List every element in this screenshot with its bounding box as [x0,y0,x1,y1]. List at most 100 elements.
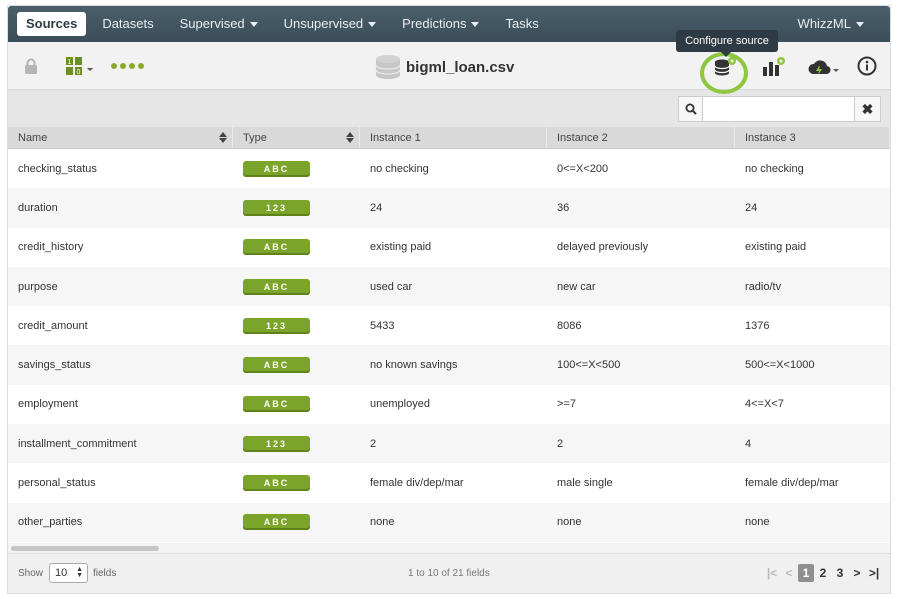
nav-tasks[interactable]: Tasks [495,12,548,36]
field-name[interactable]: other_parties [8,516,233,528]
table-row[interactable]: other_parties ABC none none none [8,502,890,542]
first-page-icon[interactable]: |< [764,564,780,582]
svg-text:0: 0 [77,69,81,76]
field-type-badge[interactable]: ABC [243,160,310,177]
column-header-label: Instance 2 [557,131,608,144]
field-type-badge[interactable]: ABC [243,357,310,374]
cloud-actions-icon[interactable] [806,54,842,80]
nav-supervised-label: Supervised [179,16,245,31]
nav-whizzml-label: WhizzML [797,16,851,31]
nav-datasets[interactable]: Datasets [92,12,163,36]
table-row[interactable]: duration 123 24 36 24 [8,188,890,228]
table-header: Name Type Instance 1 Instance 2 Instance… [8,127,890,149]
page-2-button[interactable]: 2 [815,564,831,582]
page-3-button[interactable]: 3 [832,564,848,582]
nav-tasks-label: Tasks [505,16,539,31]
instance-3-value: female div/dep/mar [745,477,839,490]
instance-3-value: 4<=X<7 [745,398,784,411]
field-type-cell: ABC [233,239,360,256]
column-header-type[interactable]: Type [233,127,360,148]
field-type-badge[interactable]: ABC [243,475,310,492]
instance-2-value: 36 [557,201,570,214]
dataset-chart-icon[interactable] [758,54,788,80]
table-row[interactable]: installment_commitment 123 2 2 4 [8,424,890,464]
instance-1-value: none [370,516,395,529]
instance-2-value: new car [557,280,596,293]
field-type-cell: ABC [233,160,360,177]
table-row[interactable]: savings_status ABC no known savings 100<=X<… [8,345,890,385]
nav-sources[interactable]: Sources [17,12,87,36]
column-header-instance-2: Instance 2 [547,127,735,148]
field-type-badge[interactable]: ABC [243,514,310,531]
field-type-badge[interactable]: ABC [243,396,310,413]
instance-1-value: existing paid [370,241,432,254]
last-page-icon[interactable]: >| [866,564,882,582]
table-row[interactable]: employment ABC unemployed >=7 4<=X<7 [8,384,890,425]
instance-2-value: 2 [557,437,564,450]
sort-icon [219,132,227,143]
field-name[interactable]: personal_status [8,477,233,489]
table-row[interactable]: personal_status ABC female div/dep/mar male… [8,463,890,503]
close-icon[interactable]: ✖ [855,96,881,122]
instance-2-value: >=7 [557,398,576,411]
nav-unsupervised[interactable]: Unsupervised [274,12,387,36]
nav-predictions[interactable]: Predictions [392,12,489,36]
source-type-icon[interactable]: 1 0 [64,54,96,78]
scrollbar-thumb[interactable] [11,546,159,551]
field-type-badge[interactable]: ABC [243,239,310,256]
field-name[interactable]: employment [8,398,233,410]
table-body: checking_status ABC no checking 0<=X<200 no … [8,149,890,542]
field-type-badge[interactable]: 123 [243,435,310,452]
field-name[interactable]: savings_status [8,359,233,371]
horizontal-scrollbar[interactable] [8,543,890,553]
instance-1-value: no known savings [370,359,458,372]
table-row[interactable]: credit_history ABC existing paid delayed pr… [8,227,890,267]
instance-3-value: 500<=X<1000 [745,359,815,372]
table-footer: Show 10 ▲ ▼ fields 1 to 10 of 21 fields |… [8,553,890,593]
instance-3-value: no checking [745,162,804,175]
instance-1-value: 24 [370,201,383,214]
instance-2-value: male single [557,477,613,490]
instance-3-value: 4 [745,437,752,450]
field-type-badge[interactable]: 123 [243,199,310,216]
dot [129,63,135,69]
previous-page-icon[interactable]: < [781,564,797,582]
field-name[interactable]: credit_history [8,241,233,253]
page-size-select[interactable]: 10 ▲ ▼ [49,563,88,583]
database-icon [375,55,401,79]
column-header-name[interactable]: Name [8,127,233,148]
tooltip: Configure source [676,30,778,57]
field-name[interactable]: purpose [8,281,233,293]
instance-2-value: delayed previously [557,241,649,254]
field-type-cell: ABC [233,514,360,531]
field-name[interactable]: installment_commitment [8,438,233,450]
dot [138,63,144,69]
chevron-down-icon [368,22,377,28]
instance-3-value: 1376 [745,319,770,332]
next-page-icon[interactable]: > [849,564,865,582]
nav-unsupervised-label: Unsupervised [283,16,364,31]
info-icon[interactable] [856,55,878,77]
sort-icon [346,132,354,143]
table-row[interactable]: credit_amount 123 5433 8086 1376 [8,306,890,346]
field-name[interactable]: credit_amount [8,320,233,332]
show-label: Show [18,568,44,579]
field-type-badge[interactable]: ABC [243,278,310,295]
field-type-badge[interactable]: 123 [243,317,310,334]
search-icon[interactable] [678,96,702,122]
column-header-label: Instance 3 [745,131,796,144]
search-input[interactable] [702,96,855,122]
instance-1-value: female div/dep/mar [370,477,464,490]
page-1-button[interactable]: 1 [798,564,814,582]
field-name[interactable]: duration [8,202,233,214]
table-row[interactable]: purpose ABC used car new car radio/tv [8,266,890,307]
fields-table: Name Type Instance 1 Instance 2 Instance… [8,127,890,543]
nav-supervised[interactable]: Supervised [170,12,268,36]
nav-whizzml[interactable]: WhizzML [788,12,874,36]
column-header-label: Instance 1 [370,131,421,144]
table-row[interactable]: checking_status ABC no checking 0<=X<200 no … [8,149,890,189]
lock-icon[interactable] [22,56,40,76]
app-window: Sources Datasets Supervised Unsupervised… [7,5,891,594]
column-header-instance-1: Instance 1 [360,127,547,148]
field-name[interactable]: checking_status [8,163,233,175]
